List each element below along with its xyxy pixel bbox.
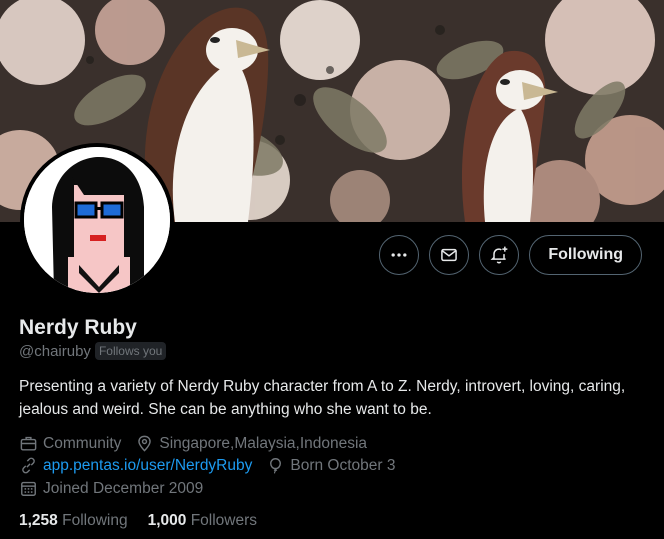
profile-bio: Presenting a variety of Nerdy Ruby chara… bbox=[19, 378, 626, 418]
profile-meta-row-2: app.pentas.io/user/NerdyRuby Born Octobe… bbox=[19, 456, 409, 475]
balloon-icon bbox=[270, 458, 282, 474]
website-item[interactable]: app.pentas.io/user/NerdyRuby bbox=[19, 456, 252, 475]
profile-stats: 1,258 Following 1,000 Followers bbox=[19, 512, 257, 530]
following-stat[interactable]: 1,258 Following bbox=[19, 512, 128, 530]
location-item: Singapore,Malaysia,Indonesia bbox=[135, 434, 367, 453]
more-icon bbox=[391, 253, 407, 257]
handle-row: @chairuby Follows you bbox=[19, 342, 167, 360]
followers-stat[interactable]: 1,000 Followers bbox=[148, 512, 257, 530]
profile-actions: Following bbox=[379, 235, 642, 275]
more-button[interactable] bbox=[379, 235, 420, 275]
category-item: Community bbox=[19, 434, 121, 453]
profile-handle: @chairuby bbox=[19, 342, 91, 360]
birthday-item: Born October 3 bbox=[266, 456, 395, 475]
category-text: Community bbox=[43, 434, 122, 452]
calendar-icon bbox=[21, 481, 36, 496]
location-pin-icon bbox=[138, 435, 152, 452]
joined-text: Joined December 2009 bbox=[43, 479, 204, 497]
avatar-image bbox=[24, 147, 170, 293]
joined-item: Joined December 2009 bbox=[19, 479, 203, 498]
followers-label: Followers bbox=[190, 512, 258, 529]
avatar[interactable] bbox=[20, 143, 174, 297]
message-button[interactable] bbox=[429, 235, 470, 275]
birthday-text: Born October 3 bbox=[290, 456, 396, 474]
profile-meta-row-3: Joined December 2009 bbox=[19, 479, 217, 498]
profile-meta-row-1: Community Singapore,Malaysia,Indonesia bbox=[19, 434, 381, 453]
follows-you-badge: Follows you bbox=[94, 342, 167, 360]
bell-plus-icon bbox=[490, 246, 508, 264]
website-link[interactable]: app.pentas.io/user/NerdyRuby bbox=[43, 457, 252, 475]
location-text: Singapore,Malaysia,Indonesia bbox=[159, 434, 368, 452]
following-button[interactable]: Following bbox=[529, 235, 642, 275]
followers-count: 1,000 bbox=[147, 512, 187, 529]
briefcase-icon bbox=[20, 436, 37, 451]
link-icon bbox=[22, 457, 35, 474]
following-label: Following bbox=[62, 512, 128, 529]
profile-name: Nerdy Ruby bbox=[19, 316, 137, 339]
mail-icon bbox=[441, 248, 458, 262]
following-count: 1,258 bbox=[19, 512, 58, 529]
notifications-button[interactable] bbox=[479, 235, 520, 275]
